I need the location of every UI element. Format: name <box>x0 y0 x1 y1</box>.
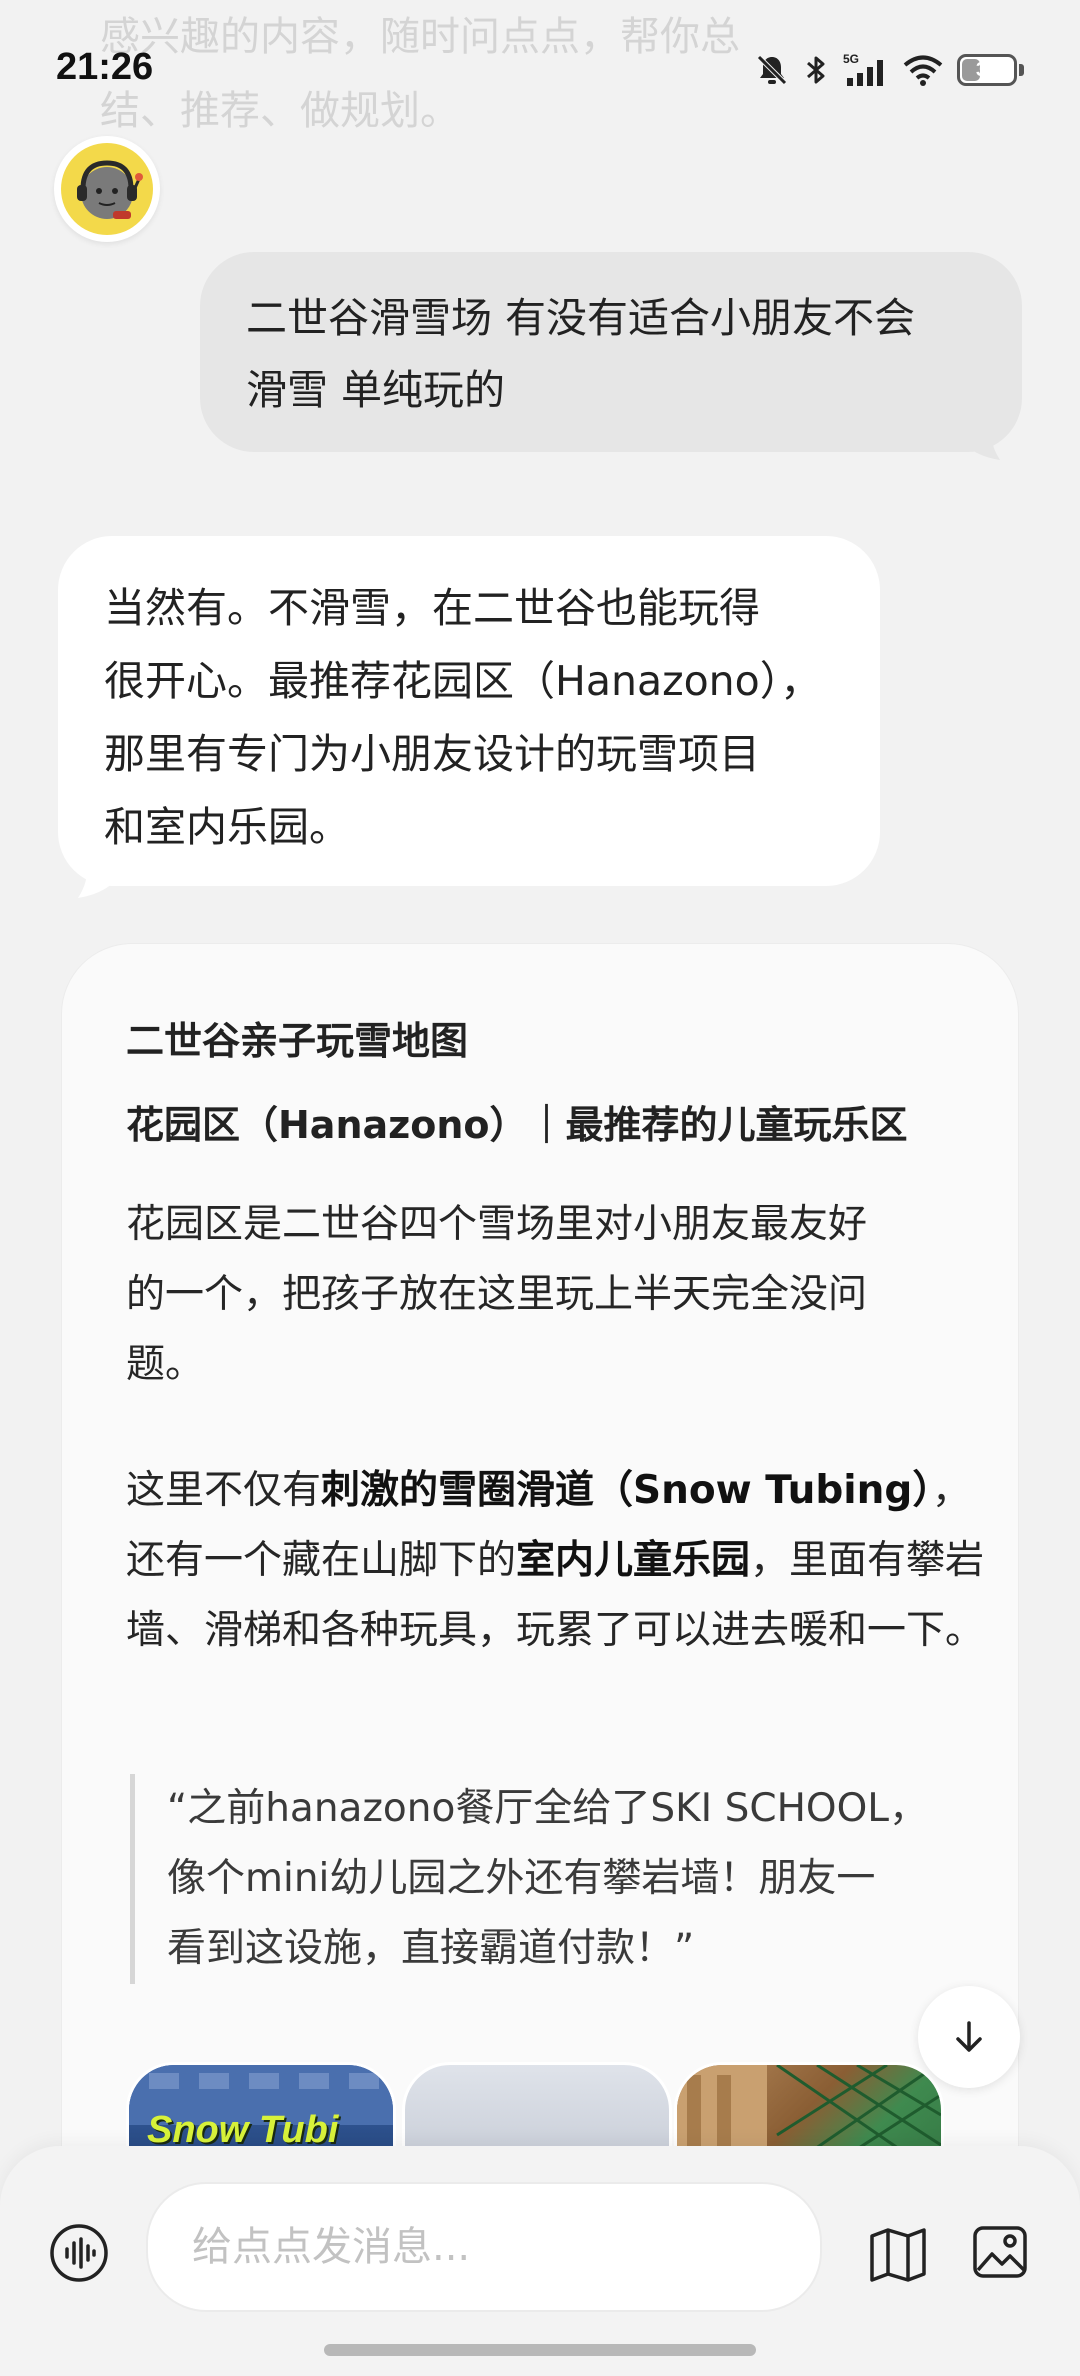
status-bar: 21:26 5G 36 <box>0 0 1080 140</box>
battery-icon: 36 <box>957 54 1017 86</box>
paragraph-text: 这里不仅有 <box>126 1468 322 1513</box>
status-icons: 5G 36 <box>755 50 1024 90</box>
chat-screen: 感兴趣的内容，随时问点点，帮你总 结、推荐、做规划。 21:26 5G 36 二… <box>0 0 1080 2376</box>
quote-line: 像个mini幼儿园之外还有攀岩墙！朋友一 <box>167 1856 876 1901</box>
wifi-icon <box>903 55 943 86</box>
card-title: 二世谷亲子玩雪地图 <box>126 1019 469 1063</box>
paragraph-line: 的一个，把孩子放在这里玩上半天完全没问 <box>126 1272 868 1317</box>
home-indicator[interactable] <box>324 2344 756 2356</box>
message-input[interactable]: 给点点发消息... <box>146 2182 822 2312</box>
status-time: 21:26 <box>56 46 154 88</box>
card-subtitle: 花园区（Hanazono）｜最推荐的儿童玩乐区 <box>126 1103 908 1147</box>
user-message-line: 二世谷滑雪场 有没有适合小朋友不会 <box>246 294 916 342</box>
card-paragraph-facilities: 这里不仅有刺激的雪圈滑道（Snow Tubing），还有一个藏在山脚下的室内儿童… <box>126 1456 986 1666</box>
network-label: 5G <box>843 52 859 66</box>
user-bubble-tail <box>960 420 1000 460</box>
quote-line: 看到这设施，直接霸道付款！” <box>167 1926 695 1971</box>
signal-icon: 5G <box>843 52 883 86</box>
arrow-down-icon <box>956 2021 982 2052</box>
user-review-quote: “之前hanazono餐厅全给了SKI SCHOOL， 像个mini幼儿园之外还… <box>130 1774 1007 1984</box>
assistant-message-line: 当然有。不滑雪，在二世谷也能玩得 <box>104 584 760 632</box>
battery-level: 36 <box>975 59 999 81</box>
user-message-line: 滑雪 单纯玩的 <box>246 366 506 414</box>
highlight-snow-tubing: 刺激的雪圈滑道（Snow Tubing） <box>321 1468 932 1513</box>
mute-icon <box>757 55 787 85</box>
message-composer: 给点点发消息... <box>0 2146 1080 2376</box>
paragraph-line: 题。 <box>126 1342 205 1387</box>
map-icon[interactable] <box>866 2222 930 2286</box>
highlight-indoor-playground: 室内儿童乐园 <box>516 1538 751 1583</box>
assistant-bubble-tail <box>78 858 118 898</box>
voice-input-icon[interactable] <box>48 2222 110 2284</box>
assistant-message-line: 很开心。最推荐花园区（Hanazono）， <box>104 657 822 705</box>
scroll-to-bottom-button[interactable] <box>918 1986 1020 2088</box>
user-message-bubble[interactable]: 二世谷滑雪场 有没有适合小朋友不会 滑雪 单纯玩的 <box>200 252 1022 452</box>
assistant-avatar-icon <box>61 143 153 235</box>
quote-line: “之前hanazono餐厅全给了SKI SCHOOL， <box>167 1786 929 1831</box>
battery-cap <box>1019 64 1024 76</box>
message-input-placeholder: 给点点发消息... <box>192 2224 471 2270</box>
bluetooth-icon <box>807 56 825 84</box>
assistant-message-line: 那里有专门为小朋友设计的玩雪项目 <box>104 730 760 778</box>
assistant-message-line: 和室内乐园。 <box>104 803 350 851</box>
assistant-avatar[interactable] <box>54 136 160 242</box>
assistant-message-bubble[interactable]: 当然有。不滑雪，在二世谷也能玩得 很开心。最推荐花园区（Hanazono）， 那… <box>58 536 880 886</box>
paragraph-line: 花园区是二世谷四个雪场里对小朋友最友好 <box>126 1202 868 1247</box>
card-paragraph-intro: 花园区是二世谷四个雪场里对小朋友最友好 的一个，把孩子放在这里玩上半天完全没问 … <box>126 1190 986 1400</box>
image-upload-icon[interactable] <box>970 2222 1030 2282</box>
